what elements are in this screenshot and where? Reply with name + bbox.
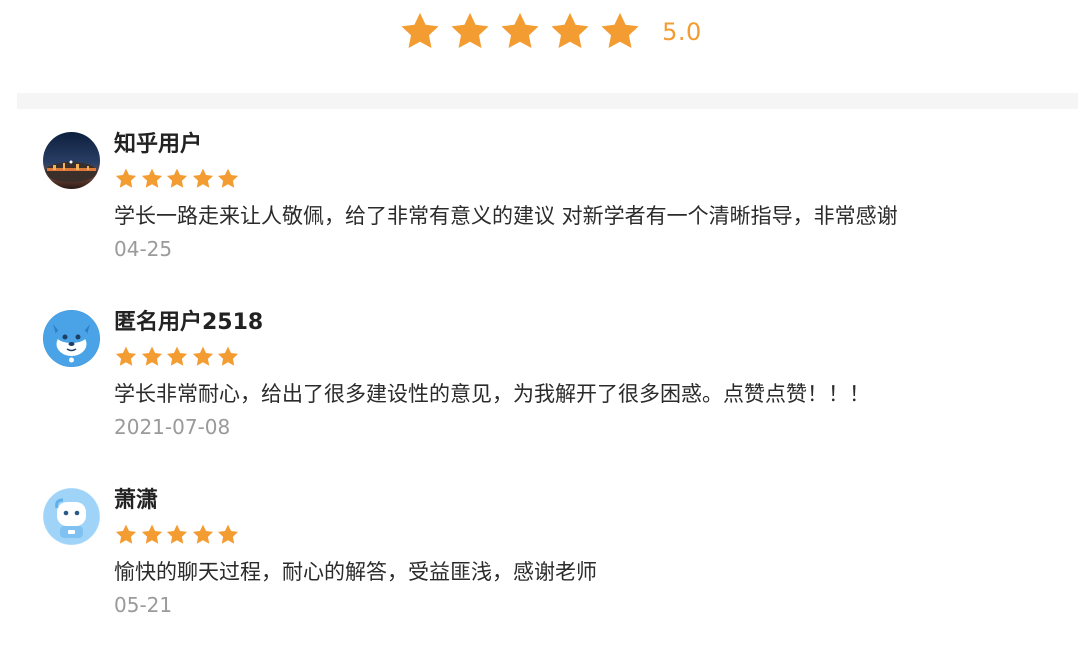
avatar[interactable] [43,488,100,545]
review-date: 2021-07-08 [114,415,231,439]
star-icon [217,524,239,544]
avatar[interactable] [43,310,100,367]
review-stars [114,518,1060,552]
summary-stars [398,10,648,54]
review-comment: 学长非常耐心，给出了很多建设性的意见，为我解开了很多困惑。点赞点赞！！！ [114,382,870,406]
star-icon [192,168,213,188]
star-icon [166,168,188,188]
star-icon [601,12,639,49]
username[interactable]: 萧潇 [114,484,1060,518]
review-stars [114,340,1060,374]
review-body: 知乎用户 学长一路走来让人敬佩，给了非常有意义的建议 对新学者有一个清晰指导，非… [114,128,1060,262]
blue-robot-avatar [43,488,100,545]
star-icon [115,346,137,366]
star-icon [551,12,589,49]
blue-husky-avatar [43,310,100,367]
review-comment: 学长一路走来让人敬佩，给了非常有意义的建议 对新学者有一个清晰指导，非常感谢 [114,204,898,228]
review-item: 知乎用户 学长一路走来让人敬佩，给了非常有意义的建议 对新学者有一个清晰指导，非… [0,128,1080,306]
review-body: 萧潇 愉快的聊天过程，耐心的解答，受益匪浅，感谢老师 05-21 [114,484,1060,618]
review-date: 04-25 [114,237,173,261]
rating-score: 5.0 [662,18,702,46]
star-icon [401,12,439,49]
star-icon [141,346,162,366]
star-icon [115,168,137,188]
review-item: 萧潇 愉快的聊天过程，耐心的解答，受益匪浅，感谢老师 05-21 [0,484,1080,662]
review-item: 匿名用户2518 学长非常耐心，给出了很多建设性的意见，为我解开了很多困惑。点赞… [0,306,1080,484]
night-city-avatar [43,132,100,189]
review-comment: 愉快的聊天过程，耐心的解答，受益匪浅，感谢老师 [114,560,597,584]
star-icon [141,524,162,544]
username[interactable]: 知乎用户 [114,128,1060,162]
review-date: 05-21 [114,593,173,617]
star-icon [141,168,162,188]
star-icon [192,346,213,366]
star-icon [501,12,539,49]
star-icon [217,168,239,188]
username[interactable]: 匿名用户2518 [114,306,1060,340]
star-icon [192,524,213,544]
rating-summary: 5.0 [0,0,1080,64]
star-icon [451,12,489,49]
star-icon [166,346,188,366]
star-icon [166,524,188,544]
section-divider [17,93,1078,109]
avatar[interactable] [43,132,100,189]
star-icon [115,524,137,544]
review-body: 匿名用户2518 学长非常耐心，给出了很多建设性的意见，为我解开了很多困惑。点赞… [114,306,1060,440]
star-icon [217,346,239,366]
review-stars [114,162,1060,196]
review-list: 知乎用户 学长一路走来让人敬佩，给了非常有意义的建议 对新学者有一个清晰指导，非… [0,128,1080,662]
